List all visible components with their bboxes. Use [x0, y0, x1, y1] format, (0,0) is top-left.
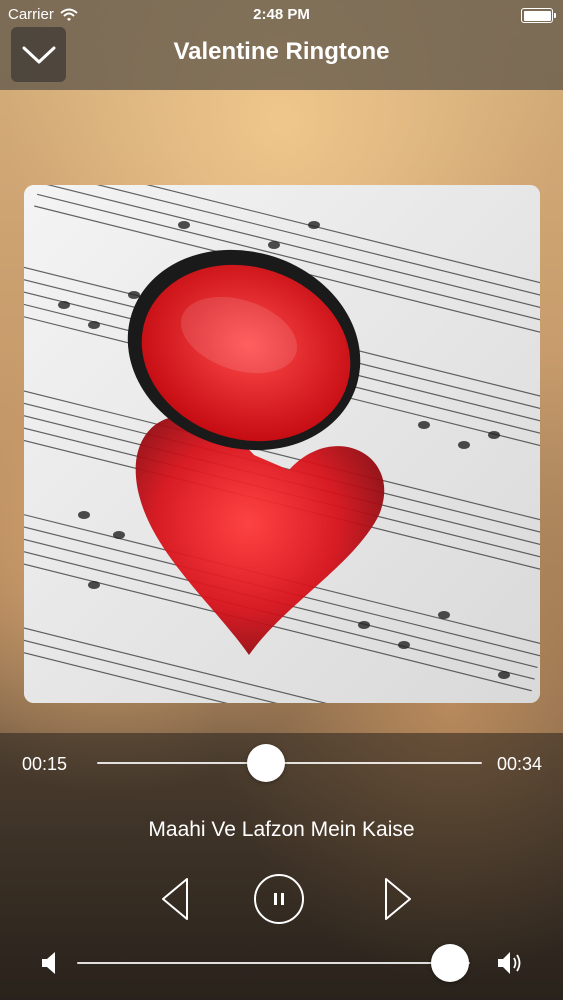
volume-slider[interactable] [77, 944, 470, 982]
total-time: 00:34 [496, 754, 542, 774]
song-title: Maahi Ve Lafzon Mein Kaise [148, 818, 415, 841]
status-time: 2:48 PM [253, 6, 310, 23]
volume-thumb[interactable] [431, 944, 470, 982]
page-title: Valentine Ringtone [173, 38, 390, 65]
status-bar: Carrier 2:48 PM [0, 0, 563, 30]
album-artwork [24, 185, 540, 703]
player-panel: 00:15 00:34 Maahi Ve Lafzon Mein Kaise [0, 733, 563, 1000]
volume-low-icon [42, 952, 55, 974]
elapsed-time: 00:15 [22, 754, 68, 774]
previous-button[interactable] [155, 874, 195, 924]
pause-button[interactable] [254, 874, 304, 924]
next-button[interactable] [378, 874, 418, 924]
previous-icon [162, 878, 188, 920]
pause-icon [274, 893, 284, 905]
artwork-image [24, 185, 540, 703]
battery-icon [521, 8, 556, 23]
progress-slider[interactable] [97, 744, 482, 782]
volume-high-icon [498, 952, 521, 974]
progress-thumb[interactable] [247, 744, 286, 782]
next-icon [385, 878, 411, 920]
